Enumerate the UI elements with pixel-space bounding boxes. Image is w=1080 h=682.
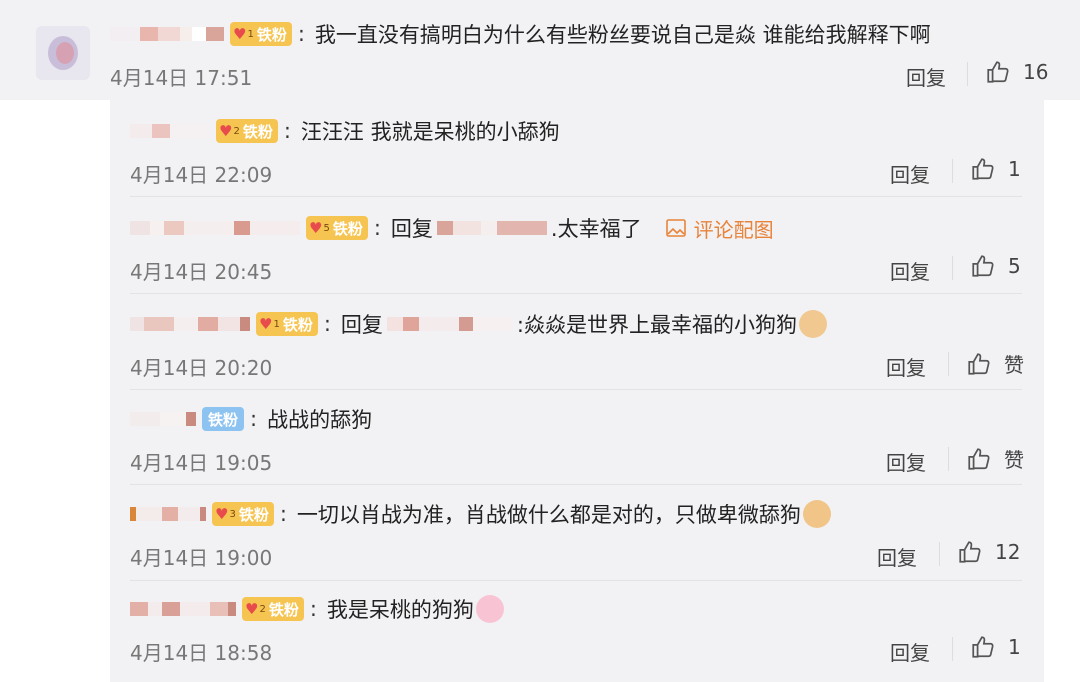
- heart-badge-icon: ♥: [233, 25, 247, 43]
- main-comment-line: ♥ 1 铁粉 : 我一直没有搞明白为什么有些粉丝要说自己是焱 谁能给我解释下啊: [110, 17, 931, 51]
- blurred-username[interactable]: [130, 311, 250, 337]
- fan-badge[interactable]: ♥ 3 铁粉: [212, 502, 274, 526]
- comment-text: 我一直没有搞明白为什么有些粉丝要说自己是焱 谁能给我解释下啊: [314, 23, 931, 47]
- reply-time: 4月14日 19:05: [130, 451, 273, 475]
- reply-text: 一切以肖战为准，肖战做什么都是对的，只做卑微舔狗: [296, 503, 801, 527]
- image-icon: [665, 219, 686, 237]
- reply-button[interactable]: 回复: [877, 542, 917, 571]
- fan-badge[interactable]: ♥ 2 铁粉: [216, 119, 278, 143]
- reply-time: 4月14日 19:00: [130, 546, 273, 570]
- fan-badge[interactable]: ♥ 1 铁粉: [256, 312, 318, 336]
- blurred-username[interactable]: [130, 406, 196, 432]
- heart-badge-icon: ♥: [259, 315, 273, 333]
- thumb-up-icon: [972, 158, 994, 180]
- reply-line: ♥ 3 铁粉 : 一切以肖战为准，肖战做什么都是对的，只做卑微舔狗: [130, 497, 831, 531]
- reply-button[interactable]: 回复: [890, 256, 930, 285]
- like-button[interactable]: 赞: [966, 349, 1024, 378]
- comment-image-link[interactable]: 评论配图: [665, 214, 774, 243]
- fan-badge[interactable]: ♥ 1 铁粉: [230, 22, 292, 46]
- reply-text: 我是呆桃的狗狗: [326, 598, 474, 622]
- reply-button[interactable]: 回复: [906, 62, 946, 91]
- heart-badge-icon: ♥: [245, 600, 259, 618]
- blurred-username[interactable]: [130, 596, 236, 622]
- reply-text: 汪汪汪 我就是呆桃的小舔狗: [300, 120, 560, 144]
- like-button[interactable]: 5: [970, 253, 1021, 279]
- blurred-username[interactable]: [130, 118, 210, 144]
- blurred-mention[interactable]: [386, 311, 513, 337]
- thumb-up-icon: [972, 255, 994, 277]
- blurred-username[interactable]: [130, 501, 206, 527]
- reply-time: 4月14日 18:58: [130, 641, 273, 665]
- reply-line: ♥ 5 铁粉 : 回复 .太幸福了 评论配图: [130, 211, 774, 245]
- reply-line: ♥ 2 铁粉 : 汪汪汪 我就是呆桃的小舔狗: [130, 114, 560, 148]
- reply-button[interactable]: 回复: [890, 159, 930, 188]
- reply-time: 4月14日 22:09: [130, 163, 273, 187]
- reply-text: :焱焱是世界上最幸福的小狗狗: [516, 313, 797, 337]
- fan-badge[interactable]: ♥ 5 铁粉: [306, 216, 368, 240]
- reply-line: ♥ 2 铁粉 : 我是呆桃的狗狗: [130, 592, 504, 626]
- thumb-up-icon: [987, 61, 1009, 83]
- blurred-username[interactable]: [110, 21, 224, 47]
- like-button[interactable]: 1: [970, 156, 1021, 182]
- reply-button[interactable]: 回复: [886, 352, 926, 381]
- main-comment: ♥ 1 铁粉 : 我一直没有搞明白为什么有些粉丝要说自己是焱 谁能给我解释下啊 4月…: [0, 0, 1080, 100]
- dog-emoji-icon: [799, 310, 827, 338]
- like-button[interactable]: 1: [970, 634, 1021, 660]
- reply-text: .太幸福了: [550, 217, 642, 241]
- heart-badge-icon: ♥: [219, 122, 233, 140]
- reply-line: ♥ 1 铁粉 : 回复 :焱焱是世界上最幸福的小狗狗: [130, 307, 827, 341]
- thumb-up-icon: [959, 541, 981, 563]
- fan-badge[interactable]: 铁粉: [202, 407, 245, 431]
- avatar[interactable]: [36, 26, 90, 80]
- reply-line: 铁粉 : 战战的舔狗: [130, 402, 372, 436]
- thumb-up-icon: [968, 447, 990, 470]
- reply-time: 4月14日 20:20: [130, 356, 273, 380]
- fan-badge[interactable]: ♥ 2 铁粉: [242, 597, 304, 621]
- reply-button[interactable]: 回复: [890, 637, 930, 666]
- heart-badge-icon: ♥: [215, 505, 229, 523]
- blurred-mention[interactable]: [436, 215, 547, 241]
- like-button[interactable]: 12: [957, 539, 1020, 565]
- heart-badge-icon: ♥: [309, 219, 323, 237]
- fist-emoji-icon: [802, 500, 831, 528]
- reply-text: 战战的舔狗: [267, 408, 373, 432]
- reply-time: 4月14日 20:45: [130, 260, 273, 284]
- like-button[interactable]: 16: [985, 59, 1048, 85]
- reply-button[interactable]: 回复: [886, 447, 926, 476]
- thumb-up-icon: [968, 352, 990, 375]
- blurred-username[interactable]: [130, 215, 300, 241]
- comment-time: 4月14日 17:51: [110, 66, 253, 90]
- bunny-emoji-icon: [475, 595, 504, 623]
- like-button[interactable]: 赞: [966, 444, 1024, 473]
- thumb-up-icon: [972, 636, 994, 658]
